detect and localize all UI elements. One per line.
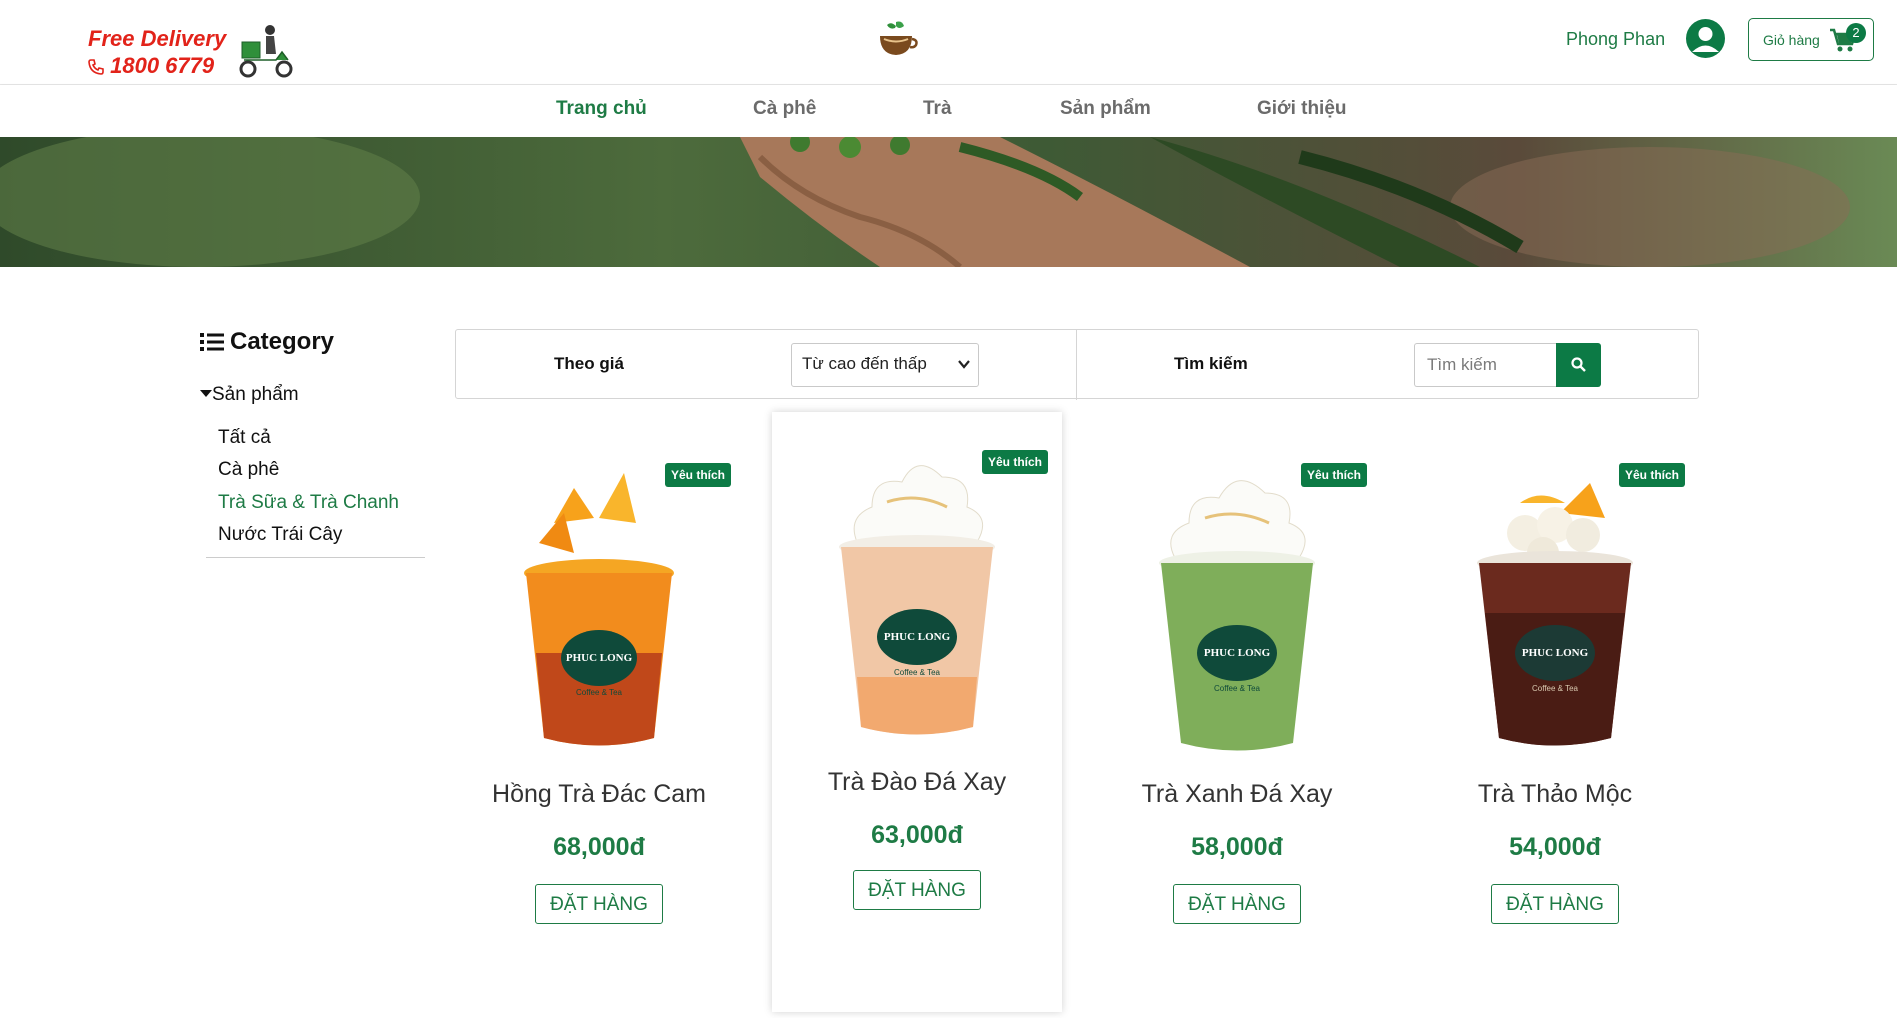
filter-bar: Theo giá Từ cao đến thấp Tìm kiếm <box>455 329 1699 400</box>
chevron-down-icon <box>958 360 970 369</box>
product-price: 68,000đ <box>553 833 645 861</box>
cup-sub-text: Coffee & Tea <box>1214 684 1261 693</box>
product-card[interactable]: Yêu thích PHUC LONG Coffee & Tea Trà Xan… <box>1092 418 1382 1018</box>
product-card[interactable]: Yêu thích PHUC LONG Coffee & Tea Hồng Tr… <box>454 418 744 1018</box>
drink-image: PHUC LONG Coffee & Tea <box>524 473 674 746</box>
order-button[interactable]: ĐẶT HÀNG <box>1491 884 1619 924</box>
cup-brand-text: PHUC LONG <box>1204 647 1271 659</box>
hero-banner <box>0 137 1897 267</box>
drink-image: PHUC LONG Coffee & Tea <box>1477 483 1633 746</box>
delivery-title: Free Delivery <box>88 26 227 51</box>
free-delivery-banner[interactable]: Free Delivery 1800 6779 <box>86 20 296 79</box>
order-button[interactable]: ĐẶT HÀNG <box>853 870 981 910</box>
hotline-number: 1800 6779 <box>88 53 214 79</box>
product-price: 58,000đ <box>1191 833 1283 861</box>
coffee-logo-icon[interactable] <box>874 18 918 62</box>
cup-brand-text: PHUC LONG <box>566 652 633 664</box>
search-icon <box>1571 357 1586 372</box>
cart-button[interactable]: Giỏ hàng 2 <box>1748 18 1874 61</box>
nav-about[interactable]: Giới thiệu <box>1257 98 1347 120</box>
user-avatar-icon[interactable] <box>1686 19 1725 58</box>
cart-label: Giỏ hàng <box>1763 32 1820 48</box>
nav-coffee[interactable]: Cà phê <box>753 98 816 120</box>
list-icon <box>200 333 224 351</box>
user-name[interactable]: Phong Phan <box>1566 29 1665 50</box>
order-button[interactable]: ĐẶT HÀNG <box>1173 884 1301 924</box>
nav-products[interactable]: Sản phẩm <box>1060 98 1151 120</box>
drink-image: PHUC LONG Coffee & Tea <box>1159 480 1315 751</box>
price-sort-select[interactable]: Từ cao đến thấp <box>791 343 979 387</box>
scooter-icon <box>239 25 293 78</box>
cart-count-badge: 2 <box>1846 23 1866 43</box>
product-price: 63,000đ <box>871 821 963 849</box>
product-name[interactable]: Trà Xanh Đá Xay <box>1092 780 1382 809</box>
category-all[interactable]: Tất cả <box>218 427 271 449</box>
cup-brand-text: PHUC LONG <box>884 631 951 643</box>
top-bar: Free Delivery 1800 6779 Phong Phan Giỏ h… <box>0 0 1897 85</box>
category-parent-label: Sản phẩm <box>212 384 299 405</box>
cup-sub-text: Coffee & Tea <box>894 668 941 677</box>
product-card-featured[interactable]: Yêu thích PHUC LONG Coffee & Tea Trà Đào… <box>772 412 1062 1012</box>
category-parent-toggle[interactable]: Sản phẩm <box>200 384 299 406</box>
caret-down-icon <box>200 390 212 397</box>
search-label: Tìm kiếm <box>1174 354 1248 373</box>
product-name[interactable]: Trà Đào Đá Xay <box>772 768 1062 797</box>
drink-image: PHUC LONG Coffee & Tea <box>839 465 995 735</box>
hotline-text: 1800 6779 <box>110 53 215 78</box>
search-input[interactable] <box>1414 343 1556 387</box>
search-button[interactable] <box>1556 343 1601 387</box>
category-divider <box>206 557 425 558</box>
phone-icon <box>88 59 104 75</box>
category-coffee[interactable]: Cà phê <box>218 459 279 481</box>
order-button[interactable]: ĐẶT HÀNG <box>535 884 663 924</box>
filter-separator <box>1076 330 1077 400</box>
category-title-text: Category <box>230 328 335 355</box>
cup-sub-text: Coffee & Tea <box>1532 684 1579 693</box>
cup-sub-text: Coffee & Tea <box>576 688 623 697</box>
category-milk-tea[interactable]: Trà Sữa & Trà Chanh <box>218 492 399 514</box>
nav-tea[interactable]: Trà <box>923 98 952 120</box>
product-price: 54,000đ <box>1509 833 1601 861</box>
price-sort-value: Từ cao đến thấp <box>802 354 927 373</box>
product-name[interactable]: Hồng Trà Đác Cam <box>454 780 744 809</box>
product-card[interactable]: Yêu thích PHUC LONG Coffee & Tea Trà Thả… <box>1410 418 1700 1018</box>
price-sort-label: Theo giá <box>554 354 624 373</box>
category-fruit-juice[interactable]: Nước Trái Cây <box>218 524 342 546</box>
cup-brand-text: PHUC LONG <box>1522 647 1589 659</box>
main-nav: Trang chủ Cà phê Trà Sản phẩm Giới thiệu <box>0 85 1897 137</box>
coffee-harvest-image <box>0 137 1897 267</box>
product-name[interactable]: Trà Thảo Mộc <box>1410 780 1700 809</box>
nav-home[interactable]: Trang chủ <box>556 98 647 120</box>
